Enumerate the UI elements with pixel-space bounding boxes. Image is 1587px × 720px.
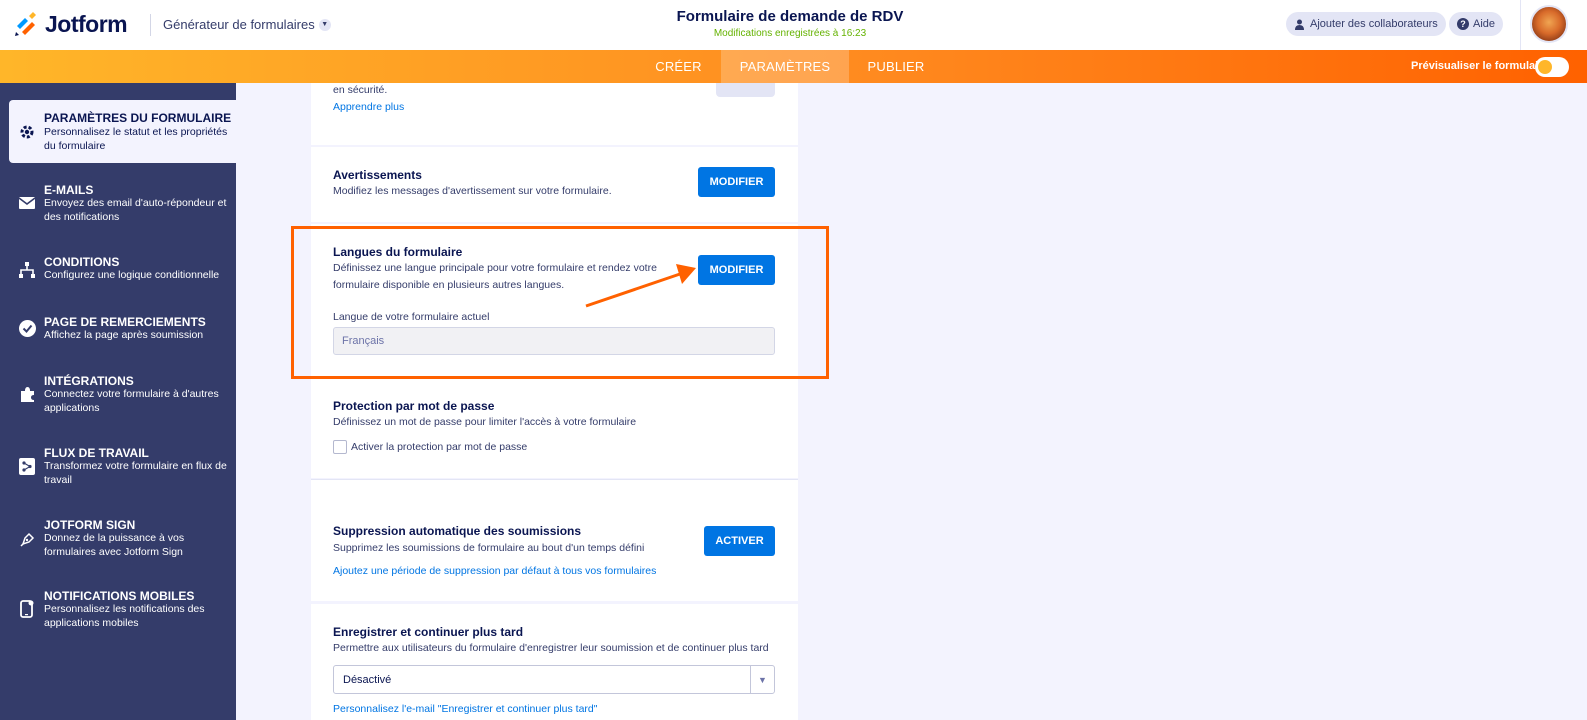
builder-nav: CRÉER PARAMÈTRES PUBLIER Prévisualiser l… — [0, 50, 1587, 83]
sidebar-item-emails[interactable]: E-MAILS Envoyez des email d'auto-réponde… — [0, 180, 236, 230]
sidebar-item-conditions[interactable]: CONDITIONS Configurez une logique condit… — [0, 254, 236, 289]
sidebar-item-title: FLUX DE TRAVAIL — [44, 446, 149, 460]
security-toggle[interactable] — [716, 83, 775, 97]
sidebar-item-jotform-sign[interactable]: JOTFORM SIGN Donnez de la puissance à vo… — [0, 516, 236, 566]
auto-delete-default-link[interactable]: Ajoutez une période de suppression par d… — [333, 565, 656, 577]
check-circle-icon — [18, 319, 36, 337]
workflow-icon — [18, 457, 36, 475]
toggle-knob — [1538, 60, 1552, 74]
sidebar-item-title: PARAMÈTRES DU FORMULAIRE — [44, 111, 232, 125]
sidebar-item-workflow[interactable]: FLUX DE TRAVAIL Transformez votre formul… — [0, 444, 236, 494]
puzzle-icon — [18, 385, 36, 403]
password-checkbox[interactable] — [333, 440, 347, 454]
sidebar-item-desc: Personnalisez les notifications des appl… — [44, 603, 205, 629]
tab-create[interactable]: CRÉER — [645, 50, 712, 83]
password-checkbox-label[interactable]: Activer la protection par mot de passe — [351, 439, 527, 456]
add-collaborators-label: Ajouter des collaborateurs — [1310, 18, 1438, 30]
save-continue-title: Enregistrer et continuer plus tard — [333, 625, 524, 639]
sidebar-item-title: PAGE DE REMERCIEMENTS — [44, 315, 206, 329]
auto-delete-title: Suppression automatique des soumissions — [333, 524, 582, 538]
save-continue-select-value: Désactivé — [343, 673, 392, 686]
pen-icon — [18, 530, 36, 548]
sidebar-item-desc: Transformez votre formulaire en flux de … — [44, 460, 227, 486]
sidebar-item-title: NOTIFICATIONS MOBILES — [44, 589, 195, 603]
warnings-edit-button[interactable]: MODIFIER — [698, 167, 775, 197]
chevron-down-icon: ▼ — [750, 666, 774, 693]
user-icon — [1295, 19, 1304, 30]
annotation-highlight-box — [291, 226, 829, 379]
sidebar-item-title: E-MAILS — [44, 183, 94, 197]
sidebar-item-title: INTÉGRATIONS — [44, 374, 134, 388]
save-continue-email-link[interactable]: Personnalisez l'e-mail "Enregistrer et c… — [333, 703, 598, 715]
mobile-icon — [18, 600, 36, 618]
sidebar-item-integrations[interactable]: INTÉGRATIONS Connectez votre formulaire … — [0, 372, 236, 422]
hierarchy-icon — [18, 261, 36, 279]
auto-delete-activate-button[interactable]: ACTIVER — [704, 526, 775, 556]
question-icon: ? — [1457, 18, 1469, 30]
annotation-arrow-icon — [585, 264, 696, 308]
sidebar-item-thank-you[interactable]: PAGE DE REMERCIEMENTS Affichez la page a… — [0, 314, 236, 349]
preview-label: Prévisualiser le formulaire — [1411, 60, 1549, 72]
avatar[interactable] — [1530, 5, 1568, 43]
sidebar-item-desc: Envoyez des email d'auto-répondeur et de… — [44, 197, 227, 223]
sidebar-item-title: CONDITIONS — [44, 255, 120, 269]
save-continue-select[interactable]: Désactivé ▼ — [333, 665, 775, 694]
sidebar-item-desc: Personnalisez le statut et les propriété… — [44, 126, 228, 152]
header-divider-right — [1520, 0, 1521, 50]
help-button[interactable]: ? Aide — [1449, 12, 1504, 36]
tab-settings[interactable]: PARAMÈTRES — [721, 50, 849, 83]
warnings-title: Avertissements — [333, 168, 422, 182]
auto-delete-desc: Supprimez les soumissions de formulaire … — [333, 542, 645, 554]
save-continue-desc: Permettre aux utilisateurs du formulaire… — [333, 642, 769, 654]
tab-publish[interactable]: PUBLIER — [858, 50, 934, 83]
gear-icon — [18, 123, 36, 141]
help-label: Aide — [1473, 18, 1496, 30]
warnings-desc: Modifiez les messages d'avertissement su… — [333, 185, 612, 197]
sidebar-item-form-settings[interactable]: PARAMÈTRES DU FORMULAIRE Personnalisez l… — [9, 100, 236, 163]
add-collaborators-button[interactable]: Ajouter des collaborateurs — [1286, 12, 1446, 36]
sidebar-item-desc: Affichez la page après soumission — [44, 329, 204, 341]
top-header: Jotform Générateur de formulaires ▼ Form… — [0, 0, 1587, 50]
security-desc: en sécurité. — [333, 84, 388, 96]
sidebar-item-desc: Donnez de la puissance à vos formulaires… — [44, 532, 185, 558]
password-desc: Définissez un mot de passe pour limiter … — [333, 416, 637, 428]
preview-toggle[interactable] — [1535, 57, 1569, 77]
sidebar-item-desc: Connectez votre formulaire à d'autres ap… — [44, 388, 219, 414]
sidebar-item-mobile-notifications[interactable]: NOTIFICATIONS MOBILES Personnalisez les … — [0, 587, 236, 637]
password-title: Protection par mot de passe — [333, 399, 495, 413]
sidebar-item-desc: Configurez une logique conditionnelle — [44, 269, 220, 281]
learn-more-link[interactable]: Apprendre plus — [333, 101, 404, 113]
envelope-icon — [18, 194, 36, 212]
sidebar-item-title: JOTFORM SIGN — [44, 518, 136, 532]
